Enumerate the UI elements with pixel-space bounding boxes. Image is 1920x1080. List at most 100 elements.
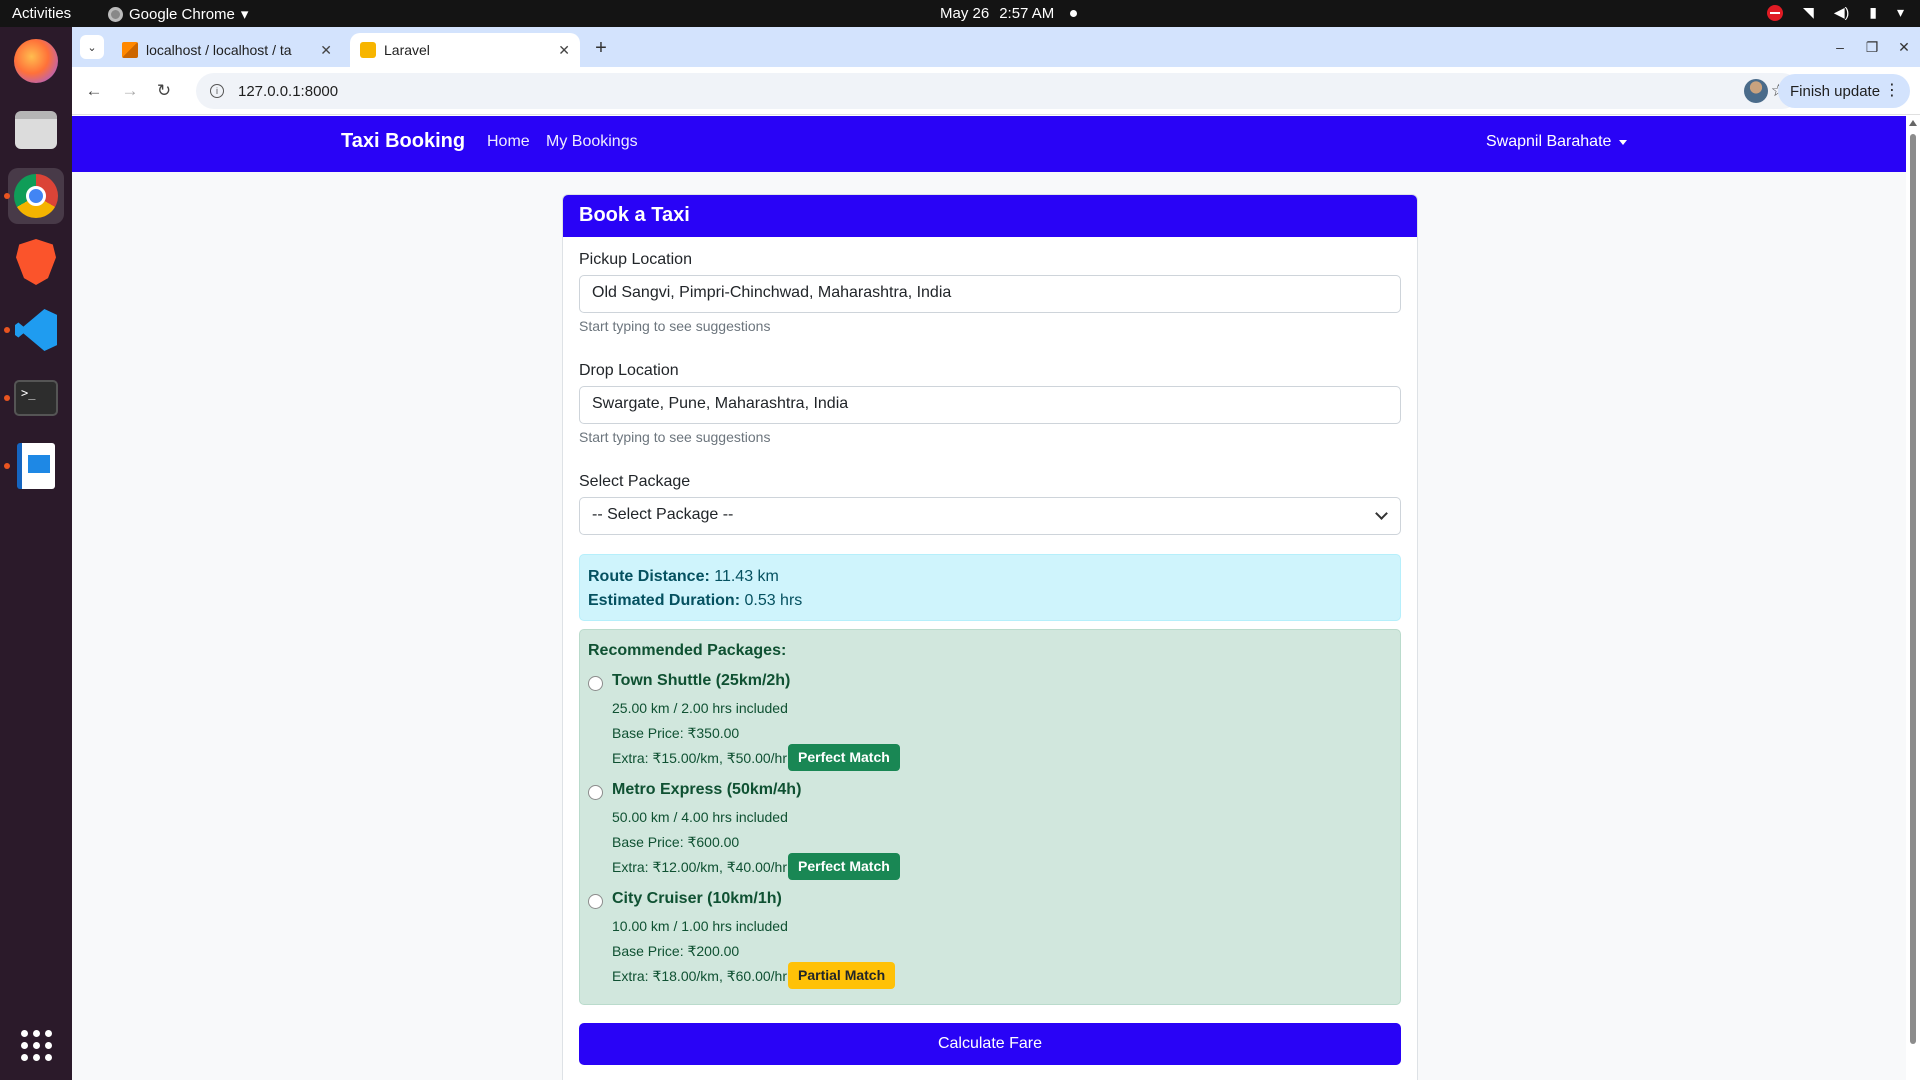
package-select[interactable]: -- Select Package -- [579,497,1401,535]
forward-icon[interactable]: → [118,79,142,103]
nav-link-my-bookings[interactable]: My Bookings [546,133,638,151]
dock-terminal[interactable]: >_ [4,370,64,426]
chrome-small-icon [108,6,123,22]
tab-search-button[interactable]: ⌄ [80,35,104,59]
vscode-icon [15,309,57,351]
user-name: Swapnil Barahate [1486,133,1612,150]
app-menu[interactable]: Google Chrome ▾ [108,5,248,23]
dock-writer[interactable] [4,438,64,494]
dock-files[interactable] [8,102,64,158]
route-duration-value: 0.53 hrs [744,592,803,609]
notification-dot-icon [1070,10,1078,17]
wifi-icon: ◥ [1803,4,1814,20]
package-name: Town Shuttle (25km/2h) [612,672,791,689]
running-indicator [4,193,10,199]
pickup-label: Pickup Location [579,251,692,268]
route-info-alert: Route Distance: 11.43 km Estimated Durat… [579,554,1401,621]
package-option[interactable]: Metro Express (50km/4h) 50.00 km / 4.00 … [588,781,1388,881]
tab-strip: ⌄ localhost / localhost / ta ✕ Laravel ✕… [72,27,1920,67]
tab-phpmyadmin[interactable]: localhost / localhost / ta ✕ [112,33,342,67]
tab-title: Laravel [384,42,430,58]
do-not-disturb-icon [1767,4,1784,21]
close-icon[interactable]: ✕ [320,42,332,59]
package-name: City Cruiser (10km/1h) [612,890,782,907]
package-base-price: Base Price: ₹600.00 [612,834,740,850]
package-extra: Extra: ₹12.00/km, ₹40.00/hr [612,859,788,875]
package-radio[interactable] [588,785,603,800]
phpmyadmin-favicon-icon [122,42,138,58]
route-duration-label: Estimated Duration: [588,592,741,609]
activities-button[interactable]: Activities [12,5,71,22]
chrome-icon [14,174,58,218]
drop-input[interactable]: Swargate, Pune, Maharashtra, India [579,386,1401,424]
package-select-value: -- Select Package -- [592,506,734,523]
package-option[interactable]: City Cruiser (10km/1h) 10.00 km / 1.00 h… [588,890,1388,990]
recommended-title: Recommended Packages: [588,642,787,659]
battery-icon: ▮ [1869,4,1877,20]
package-extra: Extra: ₹15.00/km, ₹50.00/hr [612,750,788,766]
calculate-fare-button[interactable]: Calculate Fare [579,1023,1401,1065]
site-info-icon[interactable]: i [210,84,224,98]
scroll-up-icon[interactable] [1909,120,1917,126]
dock-firefox[interactable] [8,33,64,89]
tab-laravel[interactable]: Laravel ✕ [350,33,580,67]
site-brand[interactable]: Taxi Booking [341,130,465,153]
close-window-icon[interactable]: ✕ [1888,27,1920,67]
match-badge: Partial Match [788,962,896,989]
clock[interactable]: May 26 2:57 AM [940,5,1078,22]
browser-window: ⌄ localhost / localhost / ta ✕ Laravel ✕… [72,27,1920,1080]
user-dropdown[interactable]: Swapnil Barahate [1486,133,1628,151]
package-radio[interactable] [588,894,603,909]
profile-avatar[interactable] [1744,79,1768,103]
package-name: Metro Express (50km/4h) [612,781,802,798]
package-base-price: Base Price: ₹200.00 [612,943,740,959]
package-label: Select Package [579,473,691,490]
firefox-icon [14,39,58,83]
finish-update-button[interactable]: Finish update ⋮ [1778,74,1910,108]
package-included: 50.00 km / 4.00 hrs included [612,809,788,825]
brave-icon [16,239,56,285]
system-top-bar: Activities Google Chrome ▾ May 26 2:57 A… [0,0,1920,27]
route-distance-value: 11.43 km [714,568,779,585]
chevron-down-icon: ▾ [1896,4,1904,20]
restore-icon[interactable]: ❐ [1856,27,1888,67]
app-menu-label: Google Chrome [129,5,235,23]
volume-icon: ◀) [1833,4,1850,20]
package-extra: Extra: ₹18.00/km, ₹60.00/hr [612,968,788,984]
back-icon[interactable]: ← [82,79,106,103]
route-distance-label: Route Distance: [588,568,710,585]
new-tab-button[interactable]: + [588,35,614,61]
recommended-packages-alert: Recommended Packages: Town Shuttle (25km… [579,629,1401,1005]
package-radio[interactable] [588,676,603,691]
chevron-down-icon: ▾ [240,6,249,23]
clock-time: 2:57 AM [999,5,1055,22]
scrollbar-thumb[interactable] [1910,134,1916,1044]
files-icon [15,111,57,149]
package-included: 10.00 km / 1.00 hrs included [612,918,788,934]
dock: >_ [0,27,72,1080]
pickup-input[interactable]: Old Sangvi, Pimpri-Chinchwad, Maharashtr… [579,275,1401,313]
show-apps-button[interactable] [8,1017,64,1073]
package-option[interactable]: Town Shuttle (25km/2h) 25.00 km / 2.00 h… [588,672,1388,772]
nav-link-home[interactable]: Home [487,133,530,151]
reload-icon[interactable]: ↻ [152,79,176,103]
url-text: 127.0.0.1:8000 [238,82,339,100]
address-bar[interactable]: i 127.0.0.1:8000 ☆ [196,73,1800,109]
package-included: 25.00 km / 2.00 hrs included [612,700,788,716]
close-icon[interactable]: ✕ [558,42,570,59]
tab-title: localhost / localhost / ta [146,42,292,58]
drop-label: Drop Location [579,362,679,379]
chevron-down-icon [1375,507,1388,520]
running-indicator [4,395,10,401]
dock-chrome[interactable] [4,168,64,224]
writer-icon [17,443,55,489]
minimize-icon[interactable]: – [1824,27,1856,67]
kebab-menu-icon: ⋮ [1884,82,1900,99]
caret-down-icon [1619,139,1628,145]
taxi-favicon-icon [360,42,376,58]
dock-brave[interactable] [8,234,64,290]
system-tray[interactable]: ◥ ◀) ▮ ▾ [1767,4,1904,21]
page-scrollbar[interactable] [1906,116,1920,1080]
dock-vscode[interactable] [4,302,64,358]
package-base-price: Base Price: ₹350.00 [612,725,740,741]
